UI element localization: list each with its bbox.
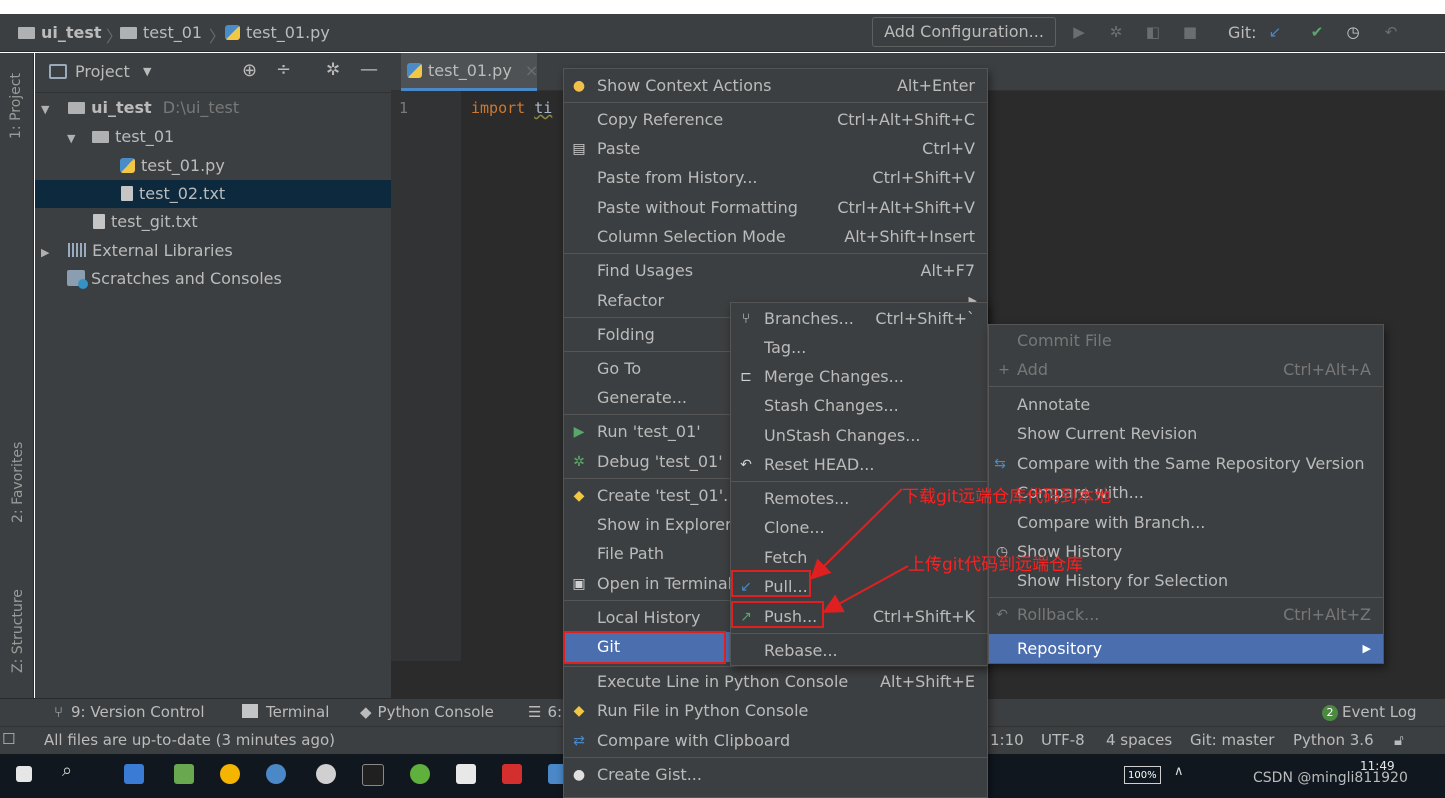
push-arrow [822, 565, 909, 613]
annotation-arrows [810, 488, 909, 613]
annotation-pull-text: 下载git远端仓库代码到本地 [902, 487, 1112, 507]
annotation-push-text: 上传git代码到远端仓库 [908, 555, 1084, 575]
pull-arrow [810, 488, 903, 580]
